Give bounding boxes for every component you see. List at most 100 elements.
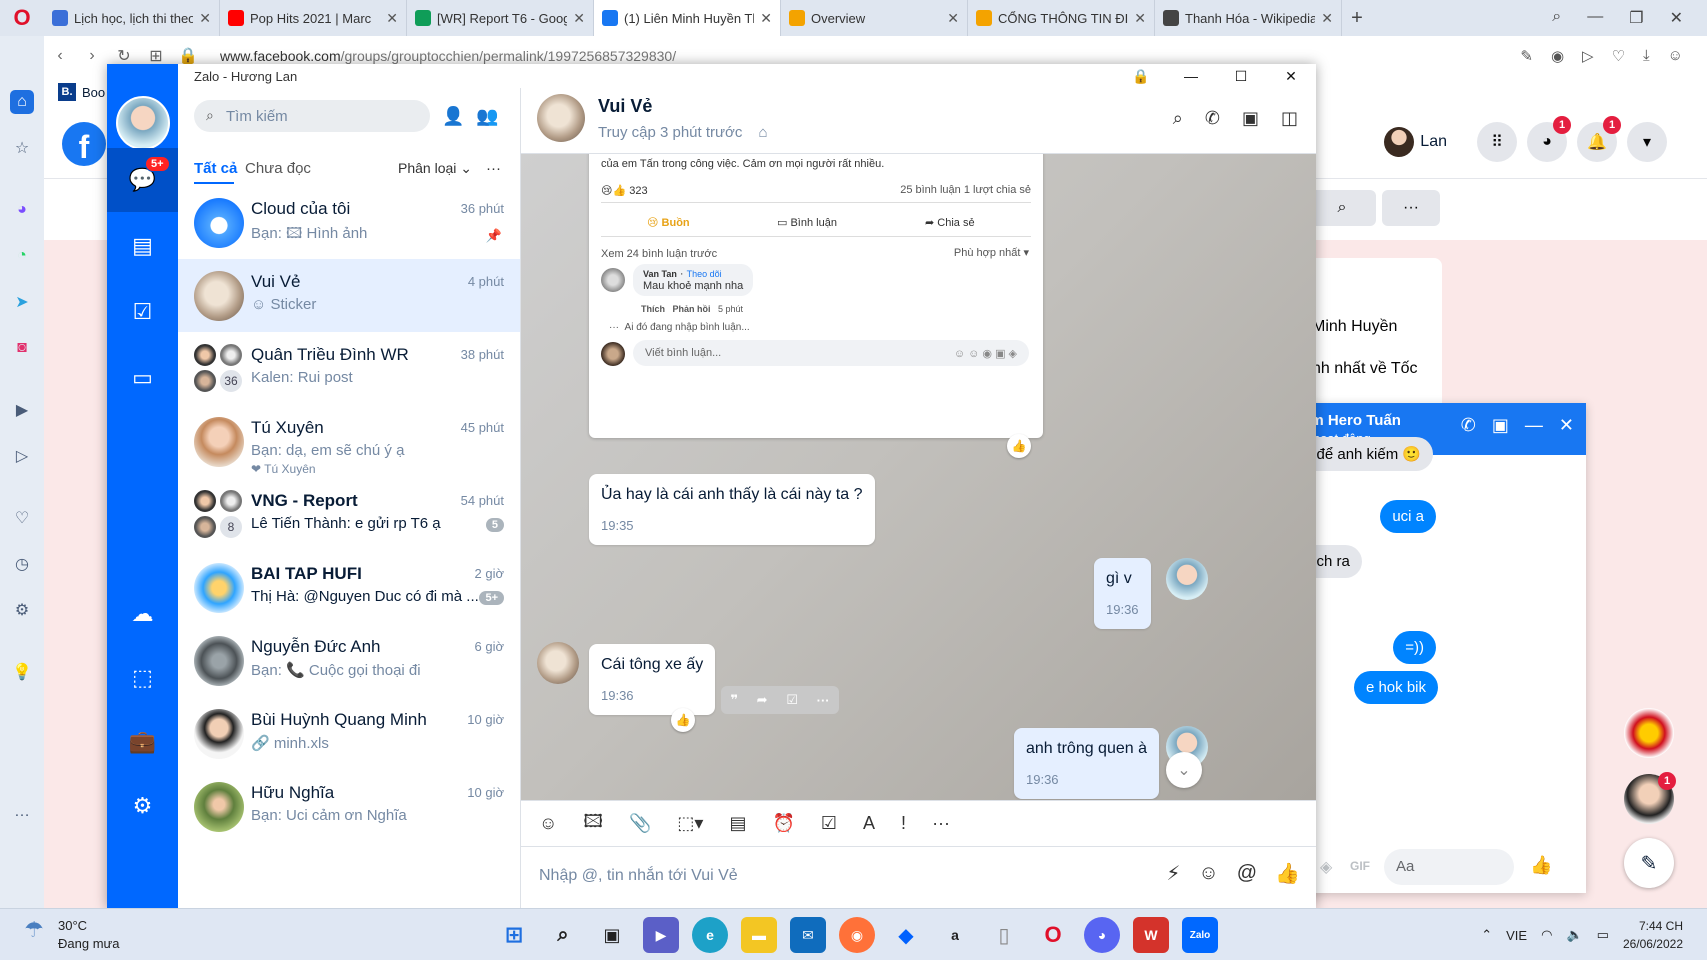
contacts-icon[interactable]: ▤	[107, 214, 178, 278]
settings-icon[interactable]: ⚙	[107, 774, 178, 838]
fb-more-button[interactable]: ···	[1382, 190, 1440, 226]
video-icon[interactable]: ▣	[1492, 415, 1509, 436]
close-chat-icon[interactable]: ✕	[1559, 415, 1574, 436]
history-icon[interactable]: ◷	[10, 552, 34, 576]
conversation-item[interactable]: 36 Quân Triều Đình WR 38 phút Kalen: Rui po…	[178, 332, 520, 405]
profile-icon[interactable]: ☺	[1668, 47, 1683, 65]
quote-icon[interactable]: ❞	[730, 692, 738, 708]
message-bubble[interactable]: gì v 19:36	[1094, 558, 1151, 629]
zalo-icon[interactable]: Zalo	[1182, 917, 1218, 953]
close-tab-icon[interactable]: ✕	[386, 10, 398, 27]
task-view-icon[interactable]: ▣	[594, 917, 630, 953]
settings-icon[interactable]: ⚙	[10, 598, 34, 622]
message-bubble[interactable]: Cái tông xe ấy 19:36	[589, 644, 716, 715]
like-reaction-icon[interactable]: 👍	[1007, 434, 1031, 458]
teams-icon[interactable]: ▶	[643, 917, 679, 953]
player-icon[interactable]: ▶	[10, 398, 34, 422]
home-icon[interactable]: ⌂	[10, 90, 34, 114]
send-icon[interactable]: ▷	[1582, 47, 1594, 65]
search-icon[interactable]: ⌕	[1173, 108, 1183, 129]
urgent-icon[interactable]: !	[901, 813, 906, 834]
screenshot-icon[interactable]: ⬚▾	[677, 813, 703, 834]
sort-dropdown[interactable]: Phân loại ⌄	[398, 160, 472, 177]
avatar[interactable]	[116, 96, 170, 150]
menu-grid-icon[interactable]: ⠿	[1477, 122, 1517, 162]
discord-icon[interactable]: ◕	[1084, 917, 1120, 953]
sticker-icon[interactable]: ◈	[1320, 857, 1332, 877]
firefox-icon[interactable]: ◉	[839, 917, 875, 953]
conversation-item[interactable]: Tú Xuyên 45 phút Bạn: dạ, em sẽ chú ý ạ ❤ T…	[178, 405, 520, 478]
telegram-icon[interactable]: ➤	[10, 290, 34, 314]
chat-head-avatar[interactable]: 1	[1624, 772, 1676, 824]
mention-icon[interactable]: @	[1237, 862, 1257, 885]
attach-icon[interactable]: 📎	[629, 813, 651, 834]
volume-icon[interactable]: 🔈	[1566, 927, 1582, 943]
task-icon[interactable]: ☑	[786, 692, 798, 708]
explorer-icon[interactable]: ▬	[741, 917, 777, 953]
reload-icon[interactable]: ↻	[108, 46, 140, 66]
back-icon[interactable]: ‹	[44, 47, 76, 65]
message-bubble[interactable]: anh trông quen à 19:36	[1014, 728, 1159, 799]
messenger-icon[interactable]: ◕	[10, 198, 34, 222]
browser-tab[interactable]: (1) Liên Minh Huyền Thọ ✕	[594, 0, 781, 36]
battery-icon[interactable]: ▭	[1597, 927, 1609, 943]
restore-icon[interactable]: ❐	[1629, 8, 1643, 28]
tips-icon[interactable]: 💡	[10, 660, 34, 684]
maximize-icon[interactable]: ☐	[1216, 64, 1266, 88]
avatar[interactable]	[537, 94, 585, 142]
create-group-icon[interactable]: 👥	[476, 106, 498, 127]
screenshot-icon[interactable]: ⬚	[107, 646, 178, 710]
messenger-input[interactable]: Aa	[1384, 849, 1514, 885]
account-menu-button[interactable]: ▾	[1627, 122, 1667, 162]
new-tab-button[interactable]: +	[1342, 7, 1372, 30]
more-icon[interactable]: …	[10, 800, 34, 824]
reminder-icon[interactable]: ⏰	[772, 813, 794, 834]
search-icon[interactable]: ⌕	[545, 917, 581, 953]
forward-icon[interactable]: ›	[76, 47, 108, 65]
tab-unread[interactable]: Chưa đọc	[245, 160, 311, 177]
amazon-icon[interactable]: a	[937, 917, 973, 953]
more-icon[interactable]: ···	[932, 813, 950, 834]
video-call-icon[interactable]: ▭	[107, 346, 178, 410]
edit-icon[interactable]: ✎	[1520, 47, 1533, 65]
bookmark-item[interactable]: Boo	[82, 85, 105, 100]
instagram-icon[interactable]: ◙	[10, 336, 34, 360]
more-icon[interactable]: ···	[817, 693, 830, 708]
sidebar-toggle-icon[interactable]: ◫	[1281, 108, 1298, 129]
fb-profile-button[interactable]: Lan	[1380, 123, 1457, 161]
close-tab-icon[interactable]: ✕	[947, 10, 959, 27]
avatar[interactable]	[1166, 558, 1208, 600]
contact-card-icon[interactable]: ▤	[729, 813, 746, 834]
format-text-icon[interactable]: A	[863, 813, 875, 834]
avatar[interactable]	[537, 642, 579, 684]
camera-icon[interactable]: ◉	[1551, 47, 1564, 65]
opera-logo-icon[interactable]: O	[0, 0, 44, 36]
heart-icon[interactable]: ♡	[1612, 47, 1625, 65]
fb-search-button[interactable]: ⌕	[1308, 190, 1376, 226]
tray-chevron-icon[interactable]: ⌃	[1481, 927, 1492, 943]
close-tab-icon[interactable]: ✕	[1321, 10, 1333, 27]
nav-messages[interactable]: 💬 5+	[107, 148, 178, 212]
forward-icon[interactable]: ➦	[757, 692, 768, 708]
lock-icon[interactable]: 🔒	[1116, 64, 1166, 88]
messenger-message[interactable]: =))	[1393, 631, 1436, 664]
video-icon[interactable]: ▣	[1242, 108, 1259, 129]
conversation-item[interactable]: Nguyễn Đức Anh 6 giờ Bạn: 📞 Cuộc gọi thoại…	[178, 624, 520, 697]
conversation-item[interactable]: 8 VNG - Report 54 phút Lê Tiến Thành: e gửi…	[178, 478, 520, 551]
scroll-down-icon[interactable]: ⌄	[1166, 752, 1202, 788]
todo-icon[interactable]: ☑	[107, 280, 178, 344]
tab-all[interactable]: Tất cả	[194, 160, 237, 177]
mail-icon[interactable]: ✉	[790, 917, 826, 953]
chat-head-avatar[interactable]	[1624, 708, 1674, 758]
conversation-item[interactable]: Cloud của tôi 36 phút Bạn: 🖾 Hình ảnh 📌	[178, 186, 520, 259]
browser-tab[interactable]: CỔNG THÔNG TIN ĐIỆN ✕	[968, 0, 1155, 36]
heart-panel-icon[interactable]: ♡	[10, 506, 34, 530]
browser-tab[interactable]: [WR] Report T6 - Googl ✕	[407, 0, 594, 36]
star-icon[interactable]: ☆	[10, 136, 34, 160]
close-icon[interactable]: ✕	[1670, 8, 1683, 28]
download-icon[interactable]: ⤓	[1643, 47, 1650, 65]
messenger-message[interactable]: e hok bik	[1353, 671, 1438, 704]
language-indicator[interactable]: VIE	[1506, 928, 1527, 943]
gif-icon[interactable]: GIF	[1350, 859, 1370, 873]
document-icon[interactable]: ▯	[986, 917, 1022, 953]
